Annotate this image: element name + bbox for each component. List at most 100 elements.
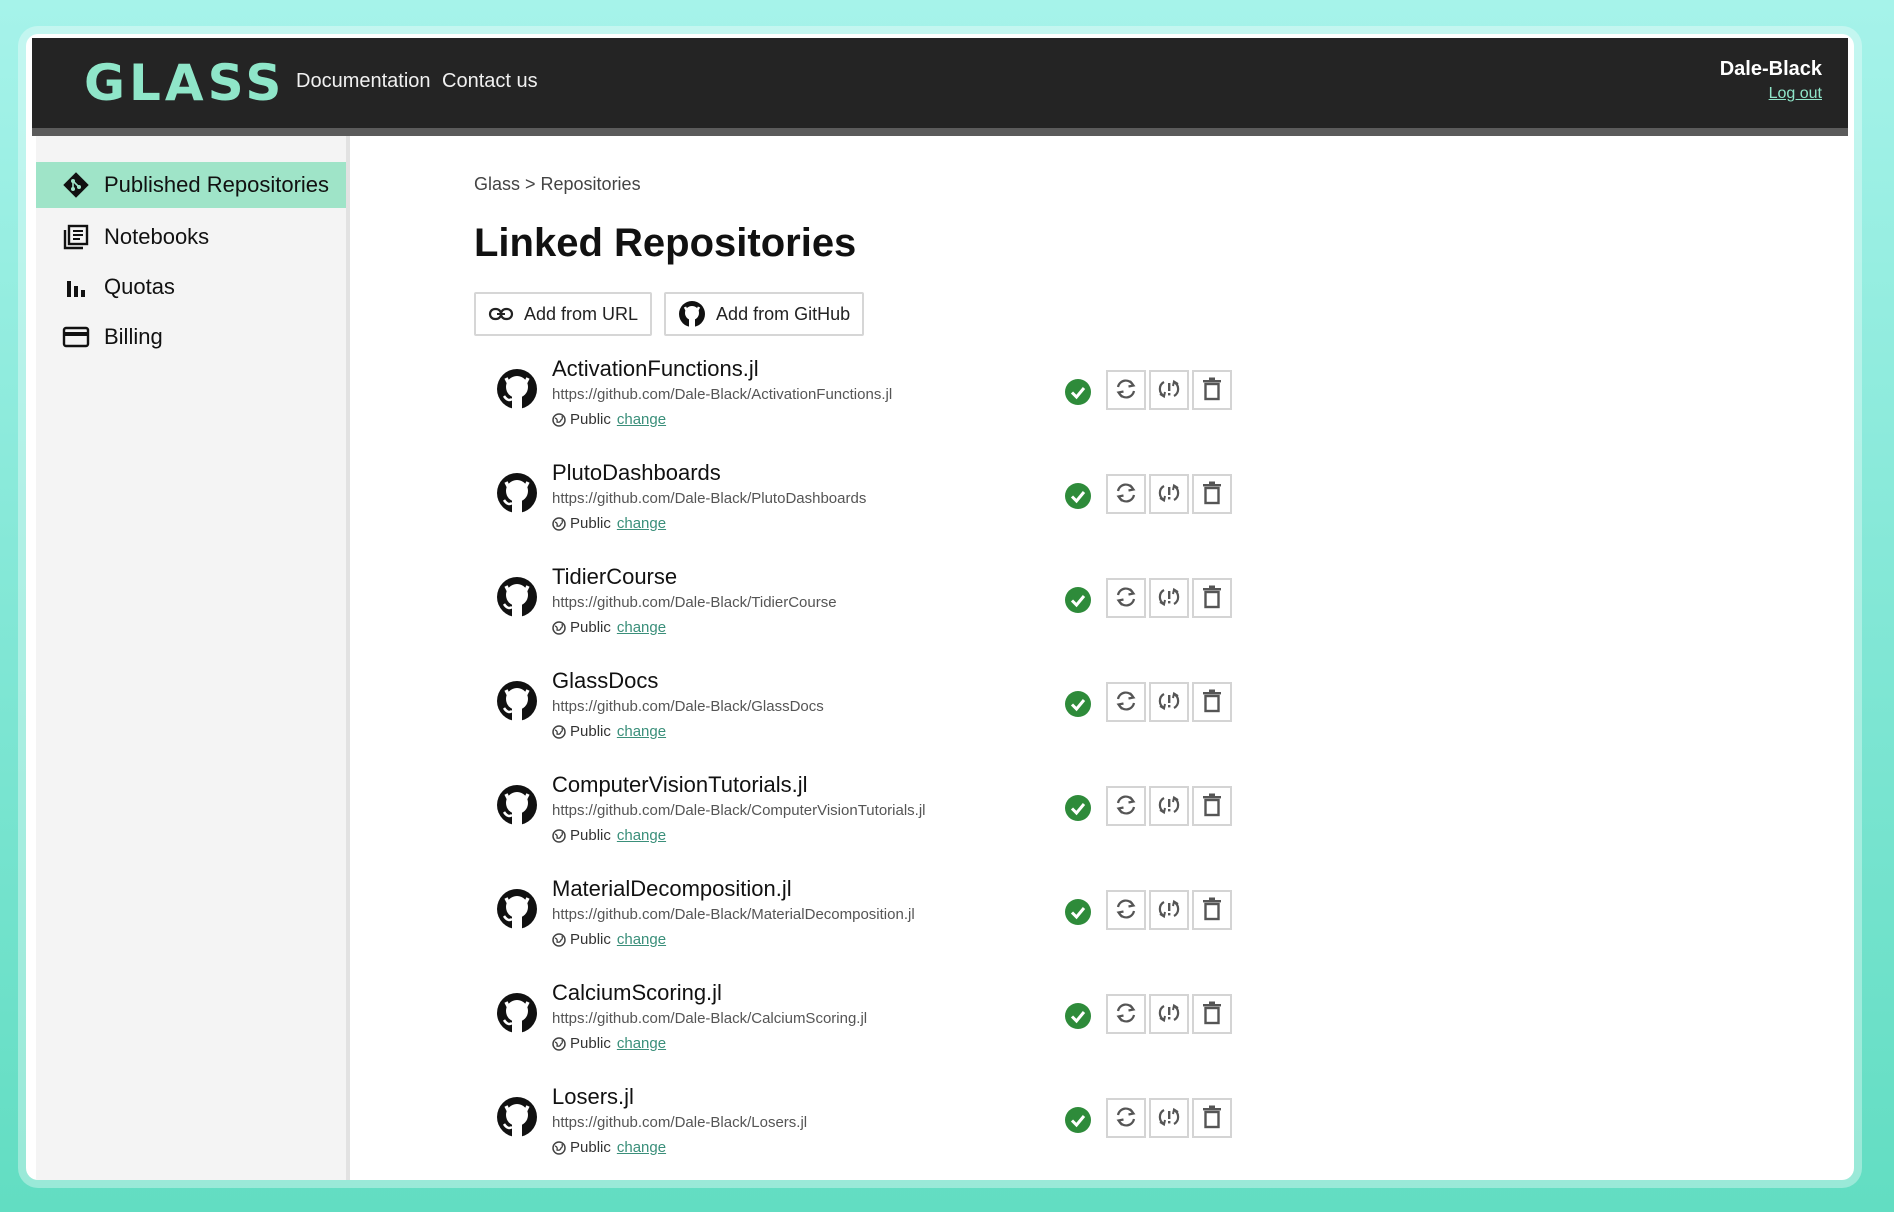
repo-visibility: Public change: [552, 723, 824, 740]
action-buttons: Add from URL Add from GitHub: [474, 292, 1774, 336]
force-sync-button[interactable]: [1149, 474, 1189, 514]
sidebar-item-billing[interactable]: Billing: [36, 314, 346, 360]
sync-alert-icon: [1157, 481, 1181, 508]
change-visibility-link[interactable]: change: [617, 931, 666, 948]
sidebar-item-label: Quotas: [104, 274, 175, 299]
force-sync-button[interactable]: [1149, 890, 1189, 930]
repo-url: https://github.com/Dale-Black/MaterialDe…: [552, 906, 915, 923]
repo-visibility: Public change: [552, 827, 926, 844]
force-sync-button[interactable]: [1149, 682, 1189, 722]
delete-button[interactable]: [1192, 474, 1232, 514]
globe-icon: [552, 412, 566, 427]
check-circle-icon: [1064, 1106, 1092, 1134]
repo-actions: [1106, 786, 1235, 826]
sidebar-item-notebooks[interactable]: Notebooks: [36, 214, 346, 260]
change-visibility-link[interactable]: change: [617, 1035, 666, 1052]
repo-actions: [1106, 474, 1235, 514]
sync-button[interactable]: [1106, 890, 1146, 930]
delete-button[interactable]: [1192, 682, 1232, 722]
trash-icon: [1201, 1001, 1223, 1028]
delete-button[interactable]: [1192, 578, 1232, 618]
check-circle-icon: [1064, 482, 1092, 510]
repo-url: https://github.com/Dale-Black/Losers.jl: [552, 1114, 808, 1131]
delete-button[interactable]: [1192, 1098, 1232, 1138]
github-icon: [496, 992, 538, 1034]
nav-contact-us[interactable]: Contact us: [442, 70, 538, 93]
change-visibility-link[interactable]: change: [617, 619, 666, 636]
trash-icon: [1201, 793, 1223, 820]
sync-button[interactable]: [1106, 370, 1146, 410]
force-sync-button[interactable]: [1149, 370, 1189, 410]
github-icon: [496, 472, 538, 514]
force-sync-button[interactable]: [1149, 578, 1189, 618]
force-sync-button[interactable]: [1149, 1098, 1189, 1138]
sidebar-item-label: Billing: [104, 324, 163, 349]
delete-button[interactable]: [1192, 370, 1232, 410]
repo-row: Losers.jl https://github.com/Dale-Black/…: [474, 1084, 1774, 1180]
change-visibility-link[interactable]: change: [617, 411, 666, 428]
sync-button[interactable]: [1106, 786, 1146, 826]
trash-icon: [1201, 585, 1223, 612]
visibility-label: Public: [570, 515, 611, 532]
github-icon: [678, 300, 706, 328]
globe-icon: [552, 828, 566, 843]
logout-link[interactable]: Log out: [1720, 85, 1822, 103]
change-visibility-link[interactable]: change: [617, 1139, 666, 1156]
sync-alert-icon: [1157, 793, 1181, 820]
repo-actions: [1106, 682, 1235, 722]
sync-button[interactable]: [1106, 578, 1146, 618]
sidebar: Published Repositories Notebooks Quotas …: [36, 136, 350, 1180]
sidebar-item-published-repositories[interactable]: Published Repositories: [36, 162, 346, 208]
repo-row: MaterialDecomposition.jl https://github.…: [474, 876, 1774, 980]
sync-button[interactable]: [1106, 682, 1146, 722]
sync-icon: [1114, 377, 1138, 404]
repo-name: ComputerVisionTutorials.jl: [552, 772, 808, 797]
visibility-label: Public: [570, 619, 611, 636]
check-circle-icon: [1064, 378, 1092, 406]
repo-url: https://github.com/Dale-Black/TidierCour…: [552, 594, 837, 611]
breadcrumb: Glass > Repositories: [474, 174, 641, 194]
repo-actions: [1106, 370, 1235, 410]
delete-button[interactable]: [1192, 786, 1232, 826]
check-circle-icon: [1064, 586, 1092, 614]
add-from-url-button[interactable]: Add from URL: [474, 292, 653, 336]
sidebar-item-label: Notebooks: [104, 224, 210, 249]
check-circle-icon: [1064, 1002, 1092, 1030]
sync-icon: [1114, 1105, 1138, 1132]
repo-visibility: Public change: [552, 411, 892, 428]
delete-button[interactable]: [1192, 890, 1232, 930]
sync-button[interactable]: [1106, 994, 1146, 1034]
link-icon: [488, 306, 514, 322]
nav-documentation[interactable]: Documentation: [296, 70, 431, 93]
sync-button[interactable]: [1106, 474, 1146, 514]
delete-button[interactable]: [1192, 994, 1232, 1034]
github-icon: [496, 888, 538, 930]
trash-icon: [1201, 1105, 1223, 1132]
repo-url: https://github.com/Dale-Black/ComputerVi…: [552, 802, 926, 819]
globe-icon: [552, 620, 566, 635]
repo-visibility: Public change: [552, 1035, 867, 1052]
visibility-label: Public: [570, 931, 611, 948]
add-from-github-button[interactable]: Add from GitHub: [664, 292, 865, 336]
username: Dale-Black: [1719, 58, 1822, 80]
globe-icon: [552, 932, 566, 947]
change-visibility-link[interactable]: change: [617, 515, 666, 532]
glass-logo[interactable]: GLASS: [84, 48, 285, 118]
change-visibility-link[interactable]: change: [617, 723, 666, 740]
repo-visibility: Public change: [552, 931, 915, 948]
sync-icon: [1114, 897, 1138, 924]
repo-url: https://github.com/Dale-Black/Activation…: [552, 386, 893, 403]
check-circle-icon: [1064, 690, 1092, 718]
check-circle-icon: [1064, 898, 1092, 926]
repo-info: ActivationFunctions.jl https://github.co…: [552, 356, 892, 428]
repo-visibility: Public change: [552, 515, 866, 532]
github-icon: [496, 1096, 538, 1138]
sidebar-item-quotas[interactable]: Quotas: [36, 264, 346, 310]
sync-button[interactable]: [1106, 1098, 1146, 1138]
force-sync-button[interactable]: [1149, 786, 1189, 826]
sync-icon: [1114, 585, 1138, 612]
change-visibility-link[interactable]: change: [617, 827, 666, 844]
repo-name: GlassDocs: [552, 668, 659, 693]
force-sync-button[interactable]: [1149, 994, 1189, 1034]
sync-icon: [1114, 689, 1138, 716]
